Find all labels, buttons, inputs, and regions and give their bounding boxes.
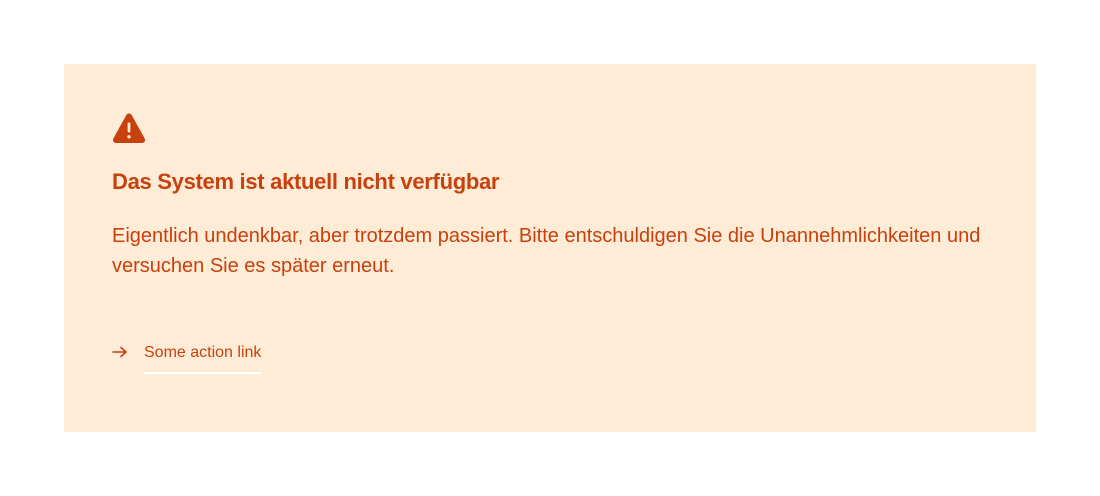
error-alert: Das System ist aktuell nicht verfügbar E… xyxy=(64,64,1036,432)
alert-title: Das System ist aktuell nicht verfügbar xyxy=(112,169,500,194)
alert-action: Some action link xyxy=(112,343,988,375)
arrow-right-icon xyxy=(112,346,127,358)
alert-message: Eigentlich undenkbar, aber trotzdem pass… xyxy=(112,225,981,277)
warning-triangle-icon xyxy=(112,113,146,143)
action-link[interactable]: Some action link xyxy=(144,343,262,374)
